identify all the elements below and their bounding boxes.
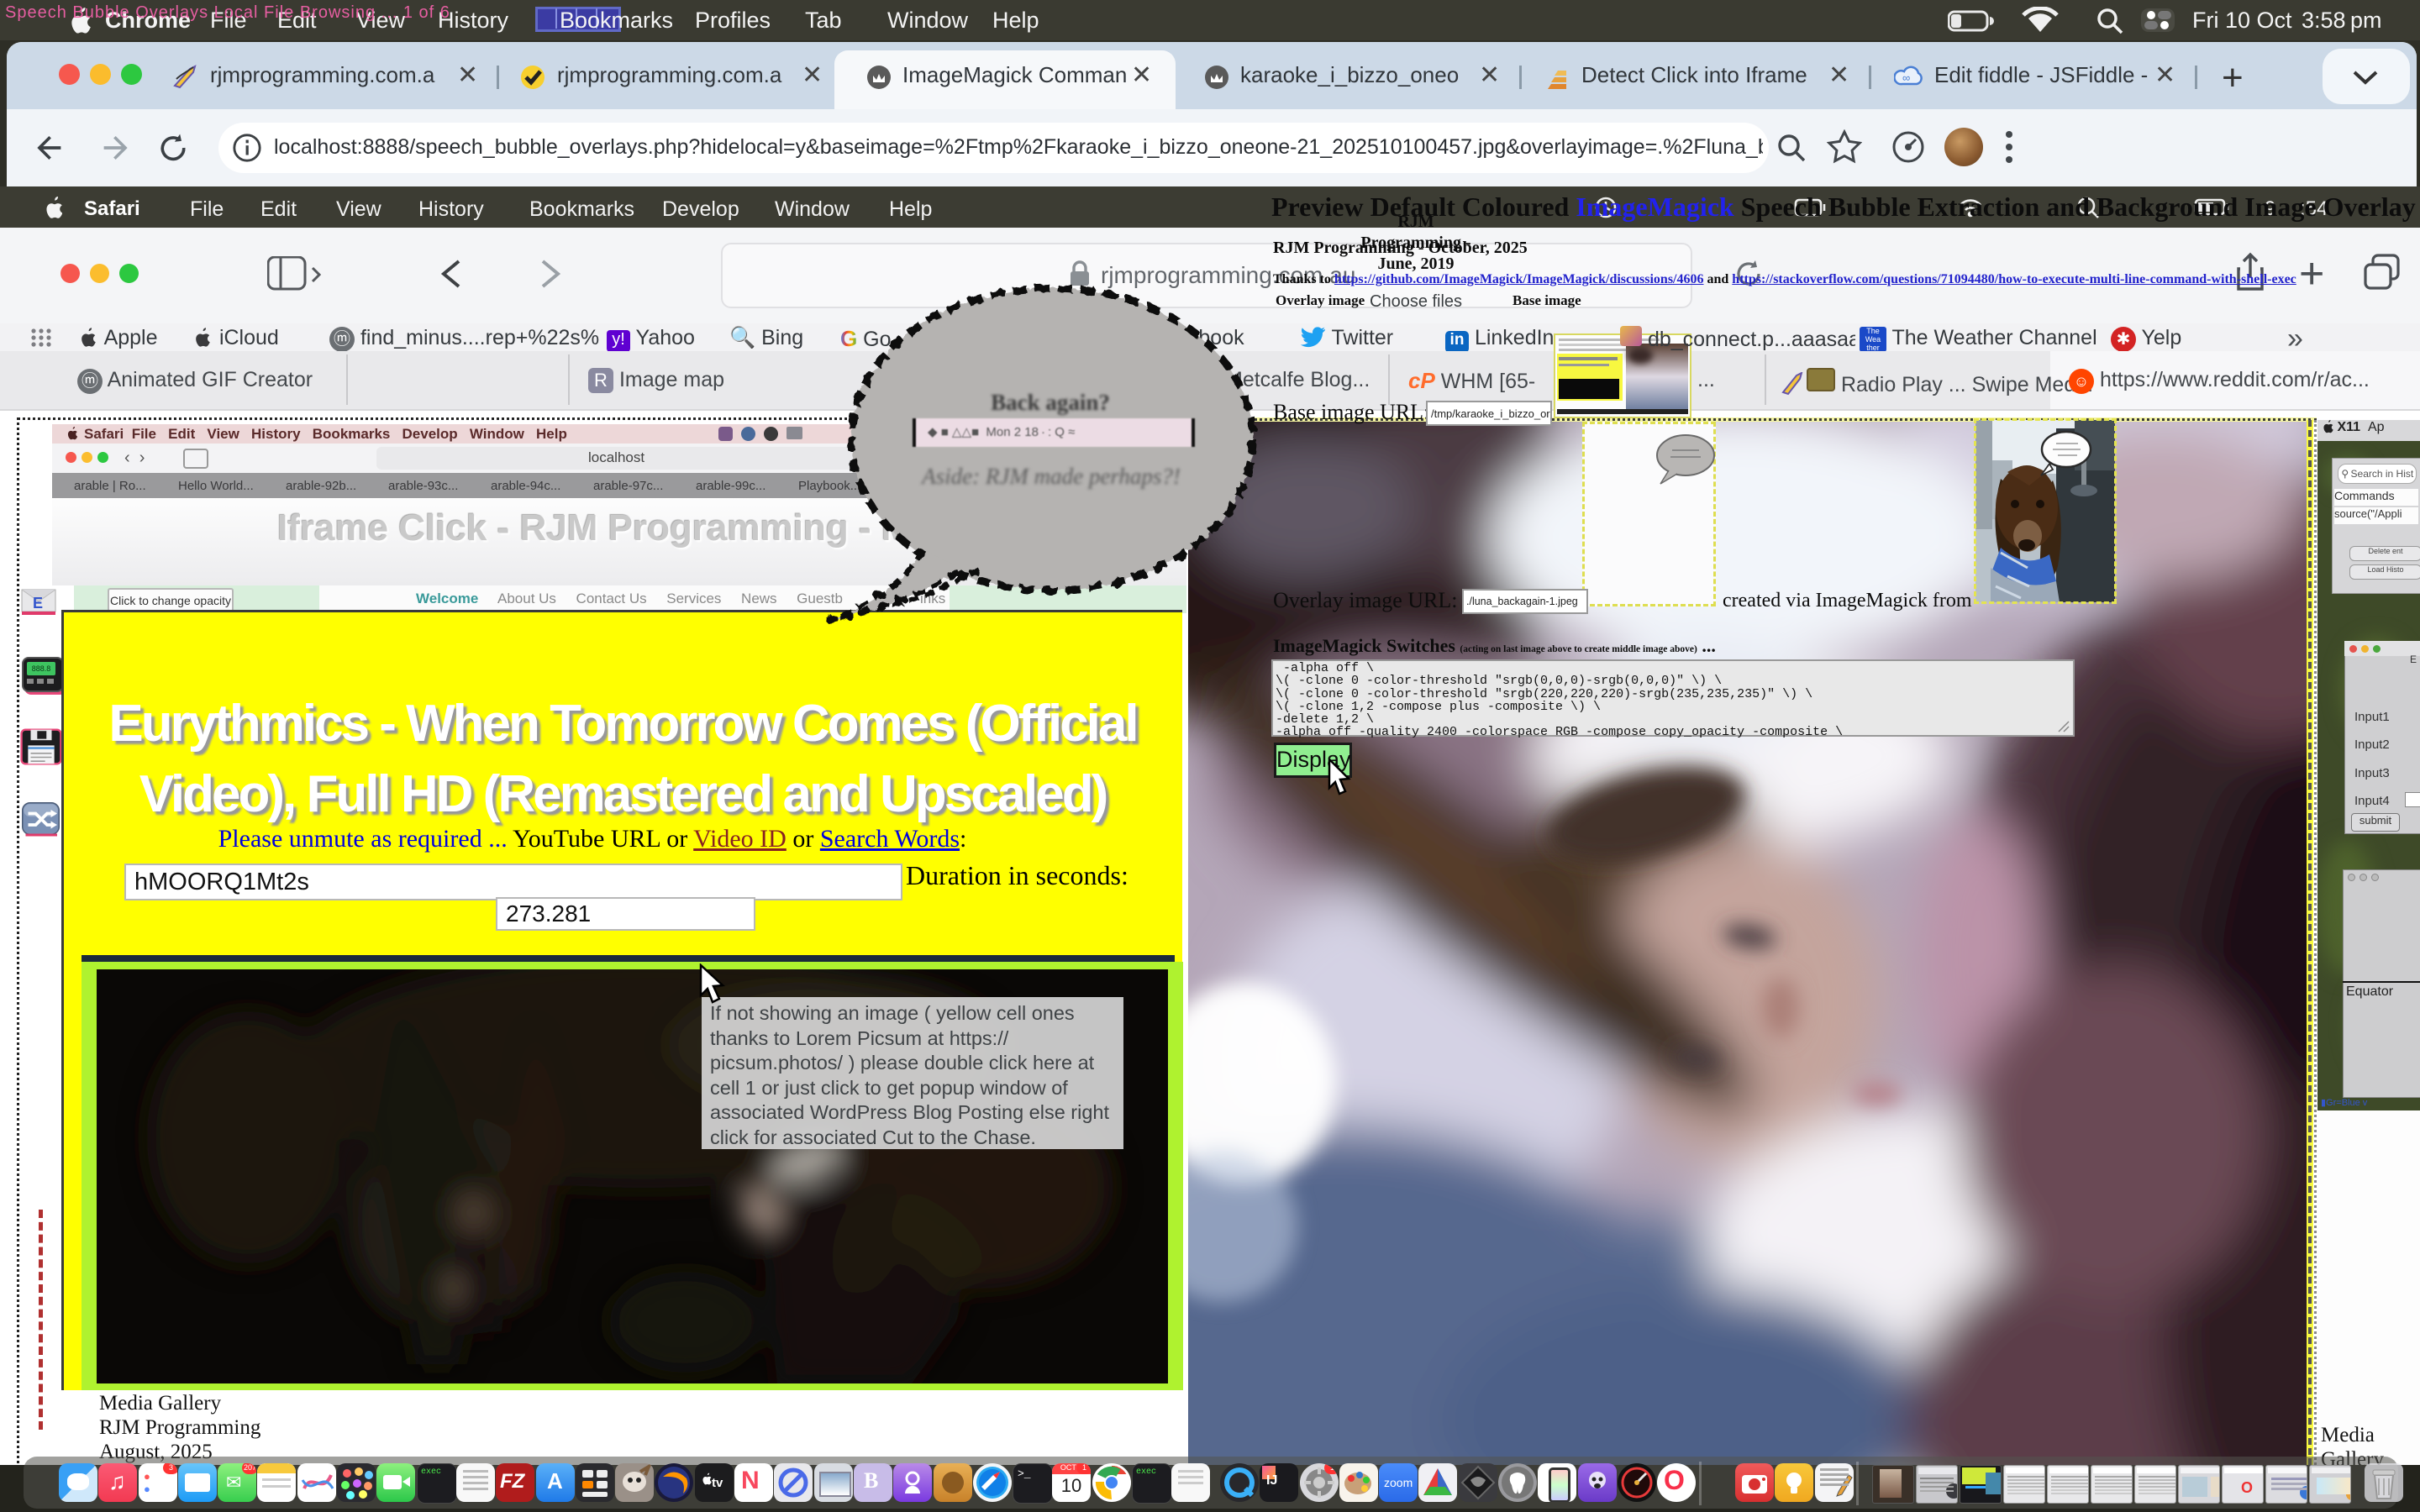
svg-text:∞: ∞ — [1902, 71, 1910, 84]
svg-text:tv: tv — [712, 1476, 723, 1490]
svg-text:E: E — [33, 595, 43, 612]
